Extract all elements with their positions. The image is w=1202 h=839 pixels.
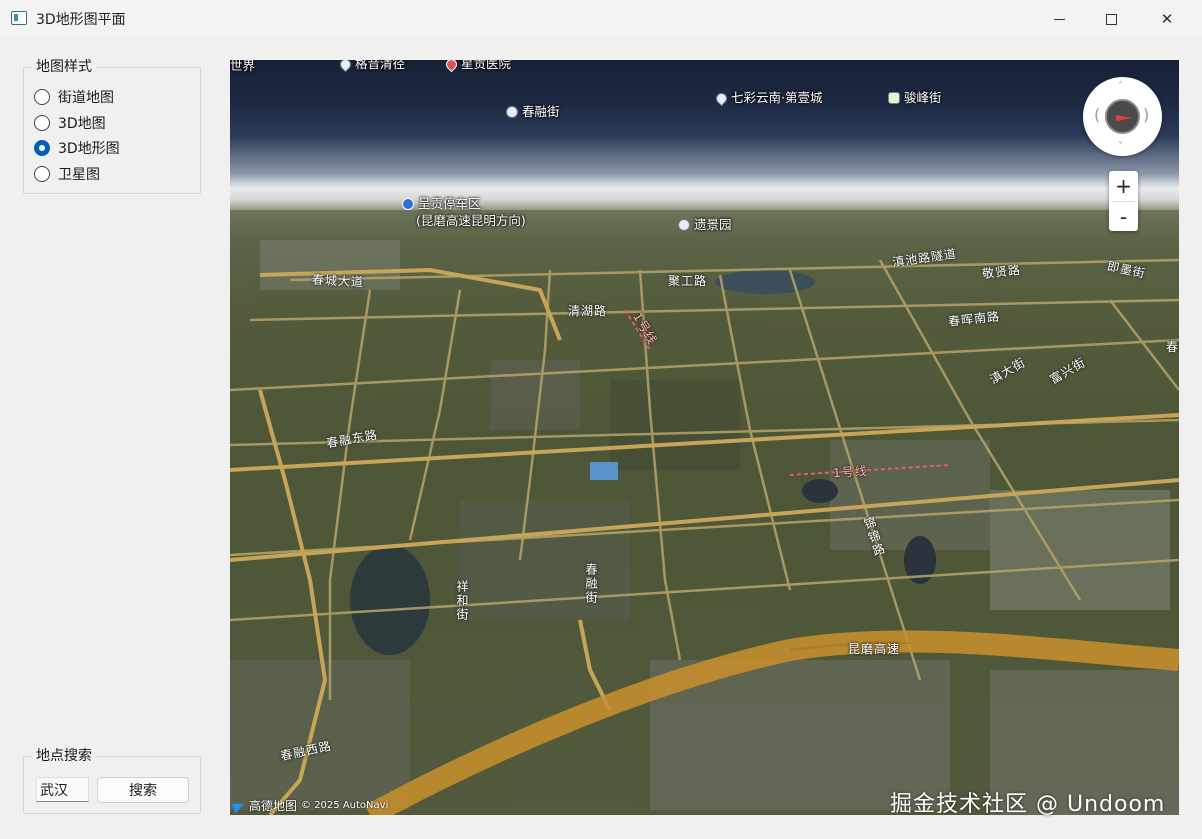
map-view[interactable]: 世界 格音清径 星贡医院 春融街 七彩云南·第壹城 骏峰街 呈贡停车区 (昆磨高… <box>230 60 1179 815</box>
poi-marker[interactable]: 呈贡停车区 <box>402 197 481 211</box>
app-icon <box>11 11 27 25</box>
window-title: 3D地形图平面 <box>36 12 126 28</box>
compass-icon[interactable] <box>1105 99 1140 134</box>
close-button[interactable]: ✕ <box>1144 0 1190 38</box>
poi-marker[interactable]: 春融街 <box>506 105 560 119</box>
radio-button[interactable] <box>34 166 50 182</box>
copyright-text: © 2025 AutoNavi <box>301 800 389 811</box>
road-label: 祥和街 <box>455 580 469 622</box>
radio-button[interactable] <box>34 89 50 105</box>
amap-logo-icon <box>232 799 246 813</box>
location-search-input[interactable] <box>36 777 89 802</box>
radio-label: 3D地形图 <box>58 141 120 157</box>
zoom-out-button[interactable]: - <box>1109 202 1138 232</box>
location-search-group-title: 地点搜索 <box>32 747 96 765</box>
expressway-label: 昆磨高速 <box>848 642 901 656</box>
road-label: 春城大道 <box>311 272 365 290</box>
radio-satellite[interactable]: 卫星图 <box>34 164 100 184</box>
radio-label: 街道地图 <box>58 90 114 106</box>
close-icon: ✕ <box>1160 10 1174 28</box>
radio-label: 3D地图 <box>58 116 106 132</box>
garden-dot-icon <box>678 219 690 231</box>
minimize-icon <box>1053 18 1065 20</box>
radio-button[interactable] <box>34 115 50 131</box>
zoom-in-button[interactable]: + <box>1109 171 1138 201</box>
pin-icon <box>713 90 730 106</box>
road-label: 春融街 <box>584 563 598 605</box>
pin-icon <box>337 60 354 72</box>
logo-text: 高德地图 <box>249 799 298 813</box>
hospital-pin-icon <box>443 60 460 72</box>
road-label: 清湖路 <box>568 304 608 318</box>
chevron-up-icon[interactable]: ˄ <box>1118 81 1123 92</box>
map-style-group-title: 地图样式 <box>32 58 96 76</box>
radio-label: 卫星图 <box>58 167 100 183</box>
poi-marker[interactable]: 七彩云南·第壹城 <box>713 90 822 106</box>
location-search-group: 地点搜索 搜索 <box>23 747 201 814</box>
radio-button-checked[interactable] <box>34 140 50 156</box>
road-label: 春 <box>1166 340 1179 354</box>
map-logo: 高德地图 © 2025 AutoNavi <box>232 797 388 814</box>
map-style-group: 地图样式 街道地图 3D地图 3D地形图 卫星图 <box>23 58 201 194</box>
poi-marker[interactable]: 星贡医院 <box>443 60 511 72</box>
poi-marker[interactable]: 遗景园 <box>678 218 732 232</box>
rotate-left-icon[interactable]: ( <box>1094 105 1100 124</box>
street-dot-icon <box>506 106 518 118</box>
poi-label[interactable]: 世界 <box>230 60 255 73</box>
watermark: 掘金技术社区 @ Undoom <box>890 792 1166 817</box>
metro-line-label: 1号线 <box>832 463 869 481</box>
bus-badge-icon <box>888 92 900 104</box>
poi-marker[interactable]: 格音清径 <box>337 60 405 72</box>
maximize-icon <box>1105 13 1117 25</box>
poi-sublabel: (昆磨高速昆明方向) <box>416 213 526 228</box>
minimize-button[interactable] <box>1036 0 1082 38</box>
compass-control[interactable]: ˄ ( ) ˅ <box>1083 77 1162 156</box>
maximize-button[interactable] <box>1088 0 1134 38</box>
compass-needle <box>1116 115 1132 121</box>
search-button[interactable]: 搜索 <box>97 777 189 803</box>
zoom-control: + - <box>1109 171 1138 231</box>
rotate-right-icon[interactable]: ) <box>1143 105 1149 124</box>
title-bar: 3D地形图平面 ✕ <box>0 0 1202 38</box>
road-label: 聚工路 <box>668 274 708 288</box>
parking-icon <box>402 198 414 210</box>
radio-3d-map[interactable]: 3D地图 <box>34 113 106 133</box>
poi-marker[interactable]: 骏峰街 <box>888 91 942 105</box>
radio-3d-terrain[interactable]: 3D地形图 <box>34 138 120 158</box>
chevron-down-icon[interactable]: ˅ <box>1118 141 1123 152</box>
radio-street-map[interactable]: 街道地图 <box>34 87 114 107</box>
